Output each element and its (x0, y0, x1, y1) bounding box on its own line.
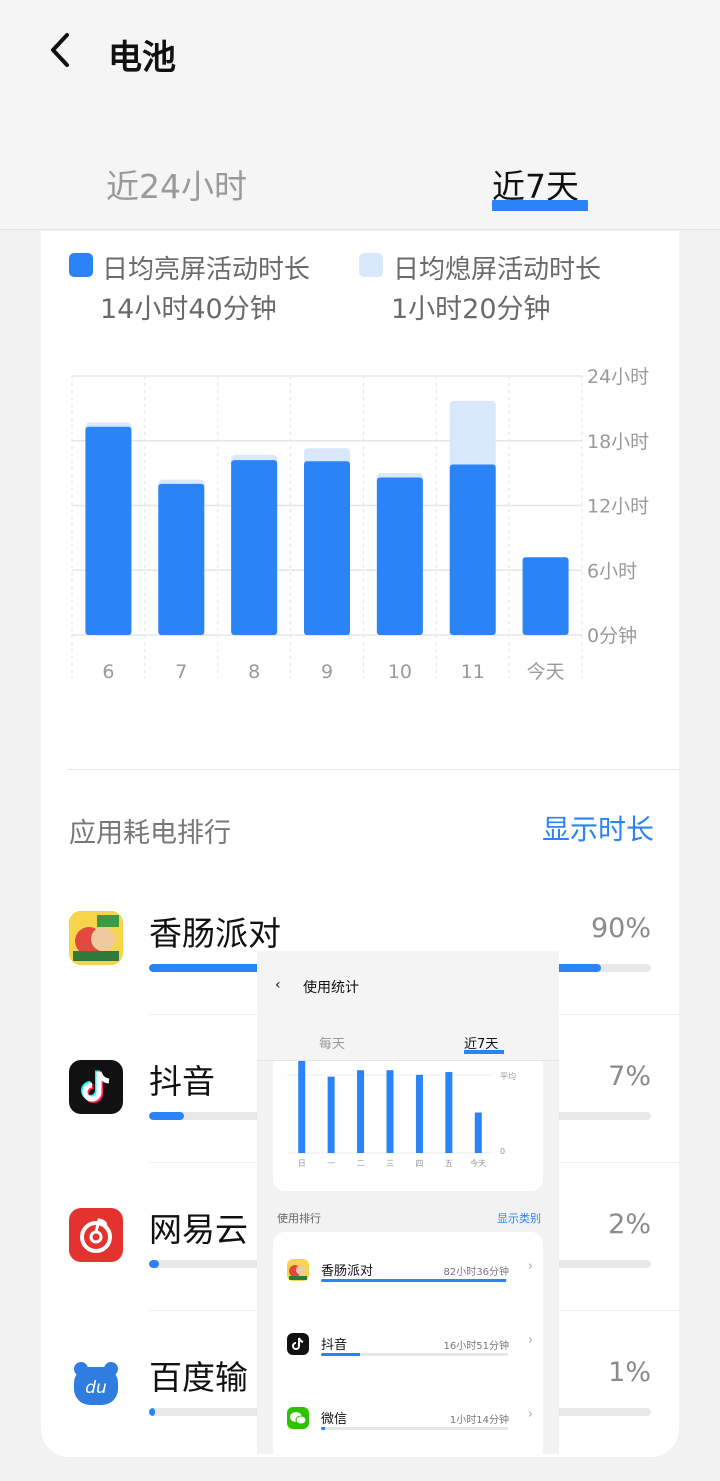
back-button[interactable] (40, 30, 80, 70)
overlay-app-name: 香肠派对 (321, 1264, 374, 1279)
overlay-chart-x-tick-label: 今天 (470, 1158, 486, 1168)
overlay-chart-card: 平均 0 日 一 二 三 四 五 今天 (273, 1061, 543, 1191)
wechat-icon (287, 1407, 309, 1429)
overlay-title: 使用统计 (303, 980, 359, 996)
overlay-chart-x-tick-label: 一 (327, 1159, 335, 1168)
battery-usage-chart: 0分钟 6小时 12小时 18小时 24小时 6 7 8 9 10 11 今天 (71, 366, 649, 683)
overlay-chart-y-tick-label: 平均 (500, 1071, 516, 1081)
overlay-chart-x-tick-label: 日 (298, 1159, 306, 1168)
app-percent: 90% (590, 913, 651, 944)
overlay-usage-bar (321, 1279, 508, 1282)
show-duration-button[interactable]: 显示时长 (542, 808, 654, 848)
chevron-right-icon: › (527, 1407, 533, 1422)
app-name: 抖音 (149, 1062, 215, 1101)
chart-x-tick-label: 7 (175, 661, 187, 683)
usage-bar-fill (149, 1408, 156, 1416)
chart-x-tick-label: 10 (388, 661, 412, 683)
overlay-usage-bar (321, 1427, 508, 1430)
sausage-party-icon (69, 911, 123, 965)
overlay-usage-chart: 平均 0 日 一 二 三 四 五 今天 (287, 1061, 516, 1168)
overlay-chart-x-tick-label: 四 (415, 1159, 423, 1168)
baidu-input-icon: du (69, 1357, 123, 1411)
chart-bar-screen-on (376, 477, 423, 635)
overlay-app-duration: 82小时36分钟 (443, 1267, 509, 1278)
overlay-usage-bar-fill (321, 1353, 361, 1356)
overlay-chart-bar (386, 1070, 394, 1153)
overlay-chart-bar (298, 1061, 306, 1153)
chart-bar-screen-on (158, 483, 205, 635)
chart-x-tick-label: 今天 (527, 661, 565, 683)
header-bar: 电池 近24小时 近7天 (0, 0, 720, 230)
chart-x-tick-label: 8 (248, 661, 260, 683)
chart-bar-screen-on (522, 557, 569, 635)
overlay-app-duration: 16小时51分钟 (443, 1341, 509, 1352)
app-name: 网易云 (149, 1210, 248, 1249)
overlay-chart-x-tick-label: 二 (357, 1159, 365, 1168)
chart-x-tick-label: 6 (102, 661, 114, 683)
sausage-party-icon (287, 1259, 309, 1281)
overlay-chart-bar (445, 1072, 453, 1153)
chart-x-tick-label: 11 (461, 661, 485, 683)
netease-music-icon (69, 1208, 123, 1262)
tab-24-hours[interactable]: 近24小时 (106, 160, 247, 208)
chart-bar-screen-on (85, 426, 132, 635)
chart-bar-screen-on (304, 461, 350, 635)
chevron-left-icon (51, 33, 69, 67)
app-percent: 7% (608, 1061, 651, 1092)
overlay-app-name: 抖音 (321, 1338, 348, 1353)
chart-y-tick-label: 0分钟 (587, 625, 637, 647)
overlay-chart-bar (474, 1112, 482, 1153)
overlay-chart-bar (415, 1074, 423, 1153)
chart-bar-screen-on (449, 464, 496, 635)
overlay-chart-y-tick-label: 0 (500, 1147, 505, 1156)
chevron-right-icon: › (527, 1333, 533, 1348)
app-name: 香肠派对 (149, 914, 281, 953)
douyin-icon (287, 1333, 309, 1355)
overlay-chart-bar (327, 1076, 335, 1153)
ranking-title: 应用耗电排行 (69, 818, 231, 849)
overlay-chart-x-tick-label: 三 (386, 1159, 394, 1168)
divider (67, 769, 679, 770)
overlay-app-duration: 1小时14分钟 (449, 1415, 509, 1426)
overlay-header: ‹ 使用统计 每天 近7天 (257, 951, 559, 1061)
active-tab-indicator (492, 200, 588, 211)
chevron-right-icon: › (527, 1259, 533, 1274)
overlay-usage-bar-fill (321, 1279, 507, 1282)
overlay-chart-bar (357, 1070, 365, 1153)
douyin-icon (69, 1060, 123, 1114)
chart-x-tick-label: 9 (321, 661, 333, 683)
app-name: 百度输 (149, 1358, 248, 1397)
app-percent: 2% (608, 1209, 651, 1240)
usage-bar-fill (149, 1112, 185, 1120)
chart-y-tick-label: 6小时 (587, 560, 637, 582)
overlay-usage-bar (321, 1353, 508, 1356)
overlay-show-category-button[interactable]: 显示类别 (497, 1210, 541, 1226)
overlay-usage-bar-fill (321, 1427, 325, 1430)
chart-y-tick-label: 24小时 (587, 366, 649, 388)
overlay-active-tab-indicator (464, 1050, 504, 1054)
usage-stats-overlay[interactable]: ‹ 使用统计 每天 近7天 平均 0 日 一 二 三 四 五 今天 使用排行 显示类别 香肠派对… (257, 951, 559, 1454)
overlay-chart-x-tick-label: 五 (445, 1159, 453, 1168)
overlay-tab-daily[interactable]: 每天 (319, 1033, 345, 1052)
chart-y-tick-label: 12小时 (587, 496, 649, 518)
overlay-app-name: 微信 (321, 1412, 348, 1427)
usage-bar-fill (149, 1260, 160, 1268)
page-title: 电池 (108, 38, 176, 78)
svg-text:du: du (85, 1378, 107, 1398)
app-percent: 1% (608, 1357, 651, 1388)
chart-bar-screen-on (231, 460, 278, 635)
overlay-rank-title: 使用排行 (277, 1212, 321, 1225)
chart-y-tick-label: 18小时 (587, 431, 649, 453)
chevron-left-icon[interactable]: ‹ (275, 977, 281, 993)
